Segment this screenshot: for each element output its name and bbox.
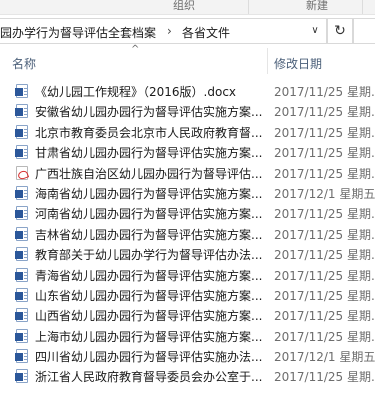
file-date-modified: 2017/11/25 星期... (274, 329, 375, 344)
file-date-modified: 2017/11/25 星期... (274, 268, 375, 283)
breadcrumb-parent-folder[interactable]: 园办学行为督导评估全套档案 (0, 24, 156, 41)
file-row[interactable]: 河南省幼儿园办园行为督导评估实施方案... 2017/11/25 星期... (0, 203, 375, 223)
file-row[interactable]: 山西省幼儿园办园行为督导评估实施方案... 2017/11/25 星期... (0, 305, 375, 325)
file-row[interactable]: 上海市幼儿园办园行为督导评估实施方案... 2017/11/25 星期... (0, 326, 375, 346)
file-date-modified: 2017/11/25 星期... (274, 248, 375, 263)
file-name: 上海市幼儿园办园行为督导评估实施方案... (35, 329, 263, 344)
file-row[interactable]: 北京市教育委员会北京市人民政府教育督... 2017/11/25 星期... (0, 122, 375, 142)
file-list: 《幼儿园工作规程》（2016版）.docx 2017/11/25 星期... 安… (0, 81, 375, 387)
file-date-modified: 2017/11/25 星期... (274, 105, 375, 120)
file-name: 吉林省幼儿园办园行为督导评估实施方案... (35, 227, 263, 242)
file-date-modified: 2017/12/1 星期五... (274, 186, 375, 201)
word-doc-icon (15, 145, 28, 160)
ribbon-divider (248, 0, 249, 14)
column-header-row: ^ 名称 修改日期 (0, 44, 375, 74)
file-name: 广西壮族自治区幼儿园办园行为督导评估... (35, 166, 263, 181)
word-doc-icon (15, 206, 28, 221)
file-name: 青海省幼儿园办园行为督导评估实施方案... (35, 268, 263, 283)
file-row[interactable]: 青海省幼儿园办园行为督导评估实施方案... 2017/11/25 星期... (0, 265, 375, 285)
ribbon-group-label-new: 新建 (306, 0, 328, 12)
file-name: 海南省幼儿园办园行为督导评估实施方案... (35, 186, 263, 201)
file-name: 甘肃省幼儿园办园行为督导评估实施方案... (35, 146, 263, 161)
word-doc-icon (15, 267, 28, 282)
file-date-modified: 2017/11/25 星期... (274, 166, 375, 181)
word-doc-icon (15, 226, 28, 241)
word-doc-icon (15, 185, 28, 200)
word-doc-icon (15, 369, 28, 384)
word-doc-icon (15, 308, 28, 323)
refresh-icon[interactable]: ↻ (327, 18, 353, 44)
column-header-date-modified[interactable]: 修改日期 (274, 55, 322, 72)
ribbon-group-label-organize: 组织 (173, 0, 195, 12)
file-date-modified: 2017/11/25 星期... (274, 227, 375, 242)
file-date-modified: 2017/11/25 星期... (274, 146, 375, 161)
file-date-modified: 2017/11/25 星期... (274, 370, 375, 385)
file-name: 教育部关于幼儿园办学行为督导评估办法... (35, 248, 263, 263)
file-row[interactable]: 广西壮族自治区幼儿园办园行为督导评估... 2017/11/25 星期... (0, 163, 375, 183)
file-name: 山东省幼儿园办园行为督导评估实施方案... (35, 288, 263, 303)
pdf-file-icon (16, 165, 28, 180)
column-header-name[interactable]: 名称 (12, 55, 36, 72)
file-date-modified: 2017/11/25 星期... (274, 309, 375, 324)
ribbon-divider (362, 0, 363, 14)
file-row[interactable]: 《幼儿园工作规程》（2016版）.docx 2017/11/25 星期... (0, 81, 375, 101)
word-doc-icon (15, 349, 28, 364)
word-doc-icon (15, 84, 28, 98)
file-name: 浙江省人民政府教育督导委员会办公室于... (35, 370, 263, 385)
word-doc-icon (15, 124, 28, 139)
file-name: 北京市教育委员会北京市人民政府教育督... (35, 125, 263, 140)
file-name: 四川省幼儿园办园行为督导评估实施办法... (35, 350, 263, 365)
word-doc-icon (15, 287, 28, 302)
file-date-modified: 2017/11/25 星期... (274, 125, 375, 140)
file-row[interactable]: 四川省幼儿园办园行为督导评估实施办法... 2017/12/1 星期五... (0, 346, 375, 366)
ribbon-group-labels: 组织 新建 (0, 0, 375, 15)
file-row[interactable]: 山东省幼儿园办园行为督导评估实施方案... 2017/11/25 星期... (0, 285, 375, 305)
address-row: 园办学行为督导评估全套档案 › 各省文件 ∨ ↻ (0, 14, 375, 48)
file-row[interactable]: 安徽省幼儿园办园行为督导评估实施方案... 2017/11/25 星期... (0, 101, 375, 121)
sort-up-icon: ^ (131, 44, 140, 55)
breadcrumb-current-folder[interactable]: 各省文件 (182, 24, 230, 41)
file-name: 《幼儿园工作规程》（2016版）.docx (35, 85, 237, 99)
word-doc-icon (15, 104, 28, 119)
word-doc-icon (15, 328, 28, 343)
file-row[interactable]: 甘肃省幼儿园办园行为督导评估实施方案... 2017/11/25 星期... (0, 142, 375, 162)
file-row[interactable]: 浙江省人民政府教育督导委员会办公室于... 2017/11/25 星期... (0, 366, 375, 386)
file-name: 山西省幼儿园办园行为督导评估实施方案... (35, 309, 263, 324)
address-bar[interactable]: 园办学行为督导评估全套档案 › 各省文件 ∨ (0, 18, 327, 44)
breadcrumb-separator[interactable]: › (167, 24, 172, 38)
chevron-down-icon[interactable]: ∨ (309, 23, 321, 39)
file-row[interactable]: 教育部关于幼儿园办学行为督导评估办法... 2017/11/25 星期... (0, 244, 375, 264)
file-date-modified: 2017/11/25 星期... (274, 288, 375, 303)
column-divider[interactable] (267, 48, 268, 74)
file-date-modified: 2017/11/25 星期... (274, 207, 375, 222)
file-date-modified: 2017/12/1 星期五... (274, 350, 375, 365)
word-doc-icon (15, 247, 28, 262)
file-date-modified: 2017/11/25 星期... (274, 85, 375, 99)
file-name: 河南省幼儿园办园行为督导评估实施方案... (35, 207, 263, 222)
file-name: 安徽省幼儿园办园行为督导评估实施方案... (35, 105, 263, 120)
file-row[interactable]: 海南省幼儿园办园行为督导评估实施方案... 2017/12/1 星期五... (0, 183, 375, 203)
search-input[interactable] (353, 18, 375, 44)
file-row[interactable]: 吉林省幼儿园办园行为督导评估实施方案... 2017/11/25 星期... (0, 224, 375, 244)
